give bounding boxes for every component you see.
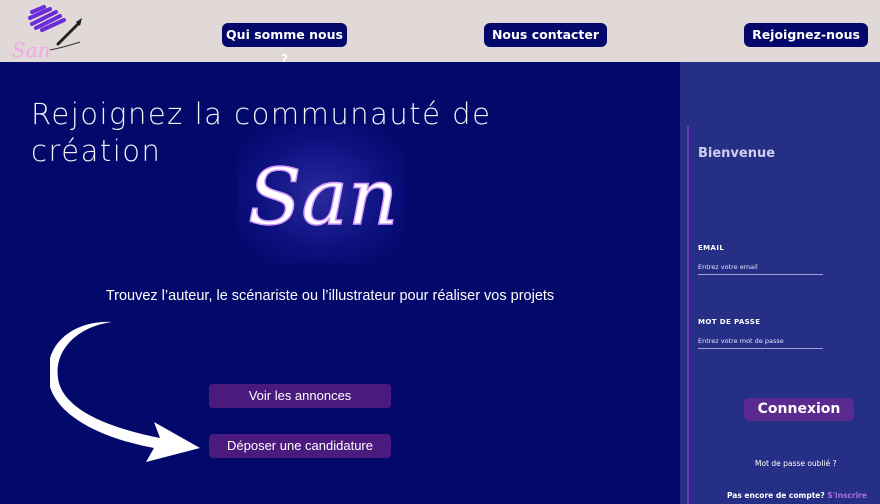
email-label: EMAIL <box>698 244 725 252</box>
password-field[interactable] <box>698 333 823 349</box>
nav-join-button[interactable]: Rejoignez-nous <box>744 23 868 47</box>
hero-section: Rejoignez la communauté de création San … <box>0 62 680 504</box>
no-account-text: Pas encore de compte? <box>727 491 825 500</box>
logo-text: San <box>12 38 51 62</box>
curved-arrow-icon <box>50 321 200 462</box>
site-logo[interactable]: San <box>4 4 88 62</box>
panel-divider <box>687 126 689 504</box>
login-panel: Bienvenue EMAIL MOT DE PASSE Connexion M… <box>680 62 880 504</box>
signup-link[interactable]: S'inscrire <box>827 491 867 500</box>
signup-prompt: Pas encore de compte? S'inscrire <box>727 491 867 500</box>
submit-application-button[interactable]: Déposer une candidature <box>209 434 391 458</box>
forgot-password-link[interactable]: Mot de passe oublié ? <box>755 459 837 468</box>
view-listings-button[interactable]: Voir les annonces <box>209 384 391 408</box>
san-brand-signature: San <box>247 152 399 244</box>
login-button[interactable]: Connexion <box>744 398 854 421</box>
password-label: MOT DE PASSE <box>698 318 761 326</box>
nav-contact-button[interactable]: Nous contacter <box>484 23 607 47</box>
san-brand-text: San <box>248 153 398 243</box>
top-header: San Qui somme nous ? Nous contacter Rejo… <box>0 0 880 66</box>
nav-about-button[interactable]: Qui somme nous ? <box>222 23 347 66</box>
email-field[interactable] <box>698 259 823 275</box>
hero-subtitle: Trouvez l’auteur, le scénariste ou l’ill… <box>105 288 555 304</box>
welcome-heading: Bienvenue <box>698 146 776 161</box>
